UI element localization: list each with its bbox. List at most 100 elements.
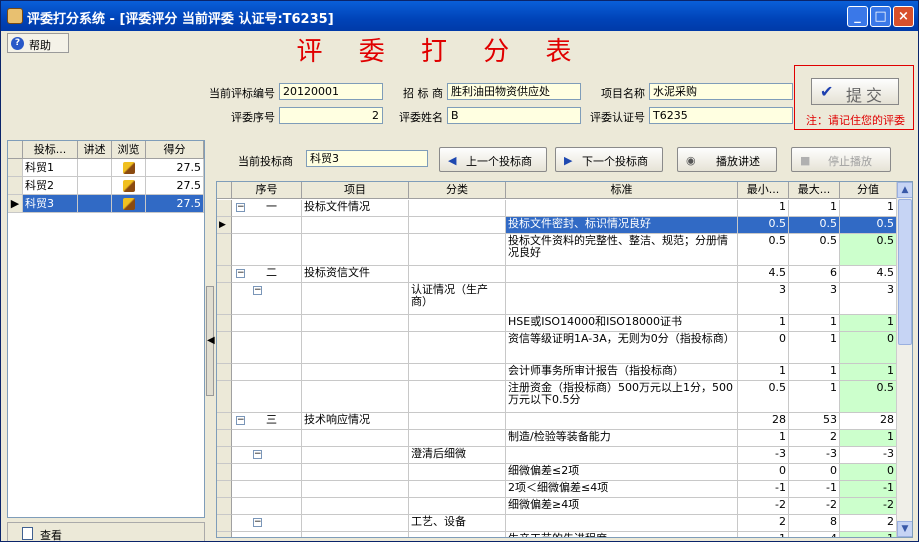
collapse-icon[interactable]: − xyxy=(236,203,245,212)
submit-button[interactable]: ✔ 提交 xyxy=(811,78,899,105)
scroll-down-icon[interactable]: ▼ xyxy=(897,521,912,537)
narrate-cell[interactable] xyxy=(78,177,112,195)
grid-row[interactable]: 会计师事务所审计报告（指投标商） 1 1 1 xyxy=(217,364,897,381)
close-button[interactable]: × xyxy=(893,6,914,27)
grid-row[interactable]: 认证情况（生产商） 3 3 3 − xyxy=(217,283,897,315)
title-bar[interactable]: 评委打分系统 - [评委评分 当前评委 认证号:T6235] _ □ × xyxy=(1,1,918,31)
score-cell[interactable]: 2 xyxy=(840,515,897,532)
score-cell[interactable]: 3 xyxy=(840,283,897,315)
min-cell-text: 0.5 xyxy=(768,234,787,247)
stop-playback-button[interactable]: ■ 停止播放 xyxy=(791,147,891,172)
score-cell[interactable]: 1 xyxy=(840,315,897,332)
score-cell[interactable]: 4.5 xyxy=(840,266,897,283)
score-cell[interactable]: 1 xyxy=(840,430,897,447)
grid-row[interactable]: 2项＜细微偏差≤4项 -1 -1 -1 xyxy=(217,481,897,498)
project-field[interactable]: 水泥采购 xyxy=(649,83,793,100)
col-bidder-header[interactable]: 投标... xyxy=(23,141,78,159)
score-cell[interactable]: 0 xyxy=(840,464,897,481)
narrate-cell[interactable] xyxy=(78,159,112,177)
score-cell[interactable]: 0.5 xyxy=(840,217,897,234)
col-min-header[interactable]: 最小... xyxy=(738,182,789,199)
scroll-up-icon[interactable]: ▲ xyxy=(897,182,912,198)
col-narrate-header[interactable]: 讲述 xyxy=(78,141,112,159)
pen-icon[interactable] xyxy=(122,162,135,174)
judge-cert-field[interactable]: T6235 xyxy=(649,107,793,124)
collapse-icon[interactable]: − xyxy=(253,286,262,295)
score-cell-text: 2 xyxy=(887,515,894,528)
score-cell[interactable]: 1 xyxy=(840,364,897,381)
score-cell[interactable]: 0.5 xyxy=(840,234,897,266)
score-cell[interactable]: -1 xyxy=(840,481,897,498)
collapse-icon[interactable]: − xyxy=(253,518,262,527)
grid-row[interactable]: 二 投标资信文件 4.5 6 4.5 − xyxy=(217,266,897,283)
score-cell[interactable]: 0 xyxy=(840,332,897,364)
vertical-scrollbar[interactable]: ▲ ▼ xyxy=(896,182,912,537)
narrate-cell[interactable] xyxy=(78,195,112,213)
score-cell[interactable]: 0.5 xyxy=(840,381,897,413)
maximize-button[interactable]: □ xyxy=(870,6,891,27)
bidder-row-selected[interactable]: ▶ 科贸3 27.5 xyxy=(8,195,204,213)
browse-cell[interactable] xyxy=(112,195,146,213)
play-narration-button[interactable]: ◉ 播放讲述 xyxy=(677,147,777,172)
score-cell[interactable]: -3 xyxy=(840,447,897,464)
judge-seq-field[interactable]: 2 xyxy=(279,107,383,124)
grid-row[interactable]: 资信等级证明1A-3A，无则为0分（指投标商） 0 1 0 xyxy=(217,332,897,364)
max-cell-text: 1 xyxy=(830,364,837,377)
col-score-header[interactable]: 得分 xyxy=(146,141,204,159)
grid-row[interactable]: 细微偏差≤2项 0 0 0 xyxy=(217,464,897,481)
score-cell-text: 1 xyxy=(887,430,894,443)
collapse-icon[interactable]: − xyxy=(236,269,245,278)
judge-name-field[interactable]: B xyxy=(447,107,581,124)
seq-cell xyxy=(232,532,302,537)
bidder-list-header: 投标... 讲述 浏览 得分 xyxy=(8,141,204,159)
help-button[interactable]: ? 帮助 xyxy=(7,33,69,53)
col-standard-header[interactable]: 标准 xyxy=(506,182,738,199)
col-item-header[interactable]: 项目 xyxy=(302,182,409,199)
pen-icon[interactable] xyxy=(122,180,135,192)
collapse-icon[interactable]: − xyxy=(236,416,245,425)
grid-row[interactable]: 三 技术响应情况 28 53 28 − xyxy=(217,413,897,430)
prev-bidder-button[interactable]: ◀ 上一个投标商 xyxy=(439,147,547,172)
col-category-header[interactable]: 分类 xyxy=(409,182,506,199)
pen-icon[interactable] xyxy=(122,198,135,210)
tender-field[interactable]: 胜利油田物资供应处 xyxy=(447,83,581,100)
browse-cell[interactable] xyxy=(112,177,146,195)
collapse-icon[interactable]: − xyxy=(253,450,262,459)
col-score-header[interactable]: 分值 xyxy=(840,182,897,199)
scroll-thumb[interactable] xyxy=(898,199,912,345)
bidder-row[interactable]: 科贸2 27.5 xyxy=(8,177,204,195)
grid-row[interactable]: 一 投标文件情况 1 1 1 − xyxy=(217,200,897,217)
grid-row[interactable]: HSE或ISO14000和ISO18000证书 1 1 1 xyxy=(217,315,897,332)
col-max-header[interactable]: 最大... xyxy=(789,182,840,199)
minimize-button[interactable]: _ xyxy=(847,6,868,27)
current-bidder-field[interactable]: 科贸3 xyxy=(306,150,428,167)
score-cell[interactable]: 1 xyxy=(840,200,897,217)
grid-row[interactable]: ▶ 投标文件密封、标识情况良好 0.5 0.5 0.5 xyxy=(217,217,897,234)
score-cell[interactable]: -2 xyxy=(840,498,897,515)
grid-row[interactable]: 投标文件资料的完整性、整洁、规范；分册情况良好 0.5 0.5 0.5 xyxy=(217,234,897,266)
view-label: 查看 xyxy=(40,529,62,542)
submit-label: 提交 xyxy=(846,86,887,105)
seq-cell xyxy=(232,498,302,515)
next-bidder-button[interactable]: ▶ 下一个投标商 xyxy=(555,147,663,172)
grid-row[interactable]: 注册资金（指投标商）500万元以上1分，500万元以下0.5分 0.5 1 0.5 xyxy=(217,381,897,413)
score-cell[interactable]: 28 xyxy=(840,413,897,430)
panel-splitter[interactable]: ◀ xyxy=(206,286,215,396)
score-cell-text: 1 xyxy=(887,532,894,538)
col-browse-header[interactable]: 浏览 xyxy=(112,141,146,159)
score-cell-text: 0.5 xyxy=(876,381,895,394)
score-cell[interactable]: 1 xyxy=(840,532,897,538)
grid-row[interactable]: 工艺、设备 2 8 2 − xyxy=(217,515,897,532)
browse-cell[interactable] xyxy=(112,159,146,177)
view-button[interactable]: 查看 xyxy=(7,522,205,542)
grid-row[interactable]: 细微偏差≥4项 -2 -2 -2 xyxy=(217,498,897,515)
grid-row[interactable]: 制造/检验等装备能力 1 2 1 xyxy=(217,430,897,447)
min-cell-text: 2 xyxy=(779,515,786,528)
bidder-name: 科贸2 xyxy=(23,177,78,195)
bidder-row[interactable]: 科贸1 27.5 xyxy=(8,159,204,177)
bid-no-field[interactable]: 20120001 xyxy=(279,83,383,100)
grid-row[interactable]: 澄清后细微 -3 -3 -3 − xyxy=(217,447,897,464)
category-cell xyxy=(409,481,506,498)
col-seq-header[interactable]: 序号 xyxy=(232,182,302,199)
grid-row[interactable]: 生产工艺的先进程度 1 4 1 xyxy=(217,532,897,538)
